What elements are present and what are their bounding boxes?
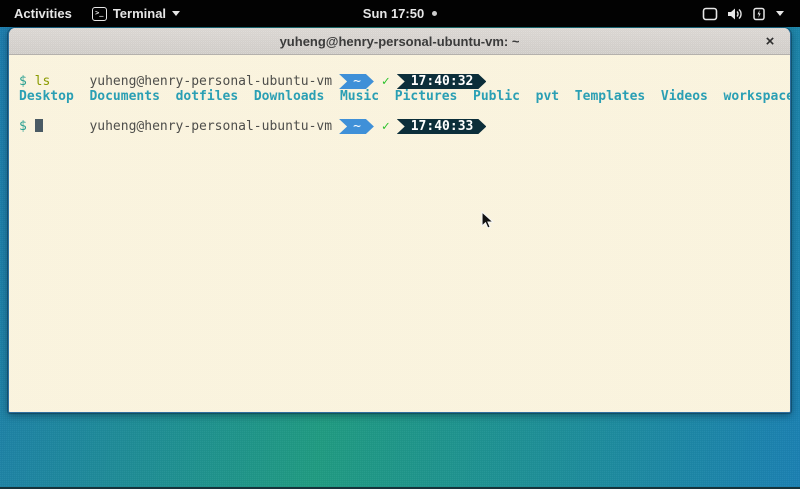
directory-entry: dotfiles: [176, 89, 239, 104]
terminal-icon: >_: [92, 7, 107, 21]
prompt-symbol: $: [19, 74, 27, 89]
prompt-line: yuheng@henry-personal-ubuntu-vm~✓17:40:3…: [19, 104, 788, 119]
directory-entry: pvt: [536, 89, 559, 104]
command-text: ls: [35, 74, 51, 89]
notification-dot-icon: [432, 11, 437, 16]
directory-entry: Downloads: [254, 89, 324, 104]
app-menu-label: Terminal: [113, 6, 166, 21]
directory-entry: Pictures: [395, 89, 458, 104]
window-titlebar[interactable]: yuheng@henry-personal-ubuntu-vm: ~ ×: [9, 28, 790, 55]
top-bar: Activities >_ Terminal Sun 17:50: [0, 0, 800, 27]
directory-entry: Videos: [661, 89, 708, 104]
chevron-down-icon: [776, 11, 784, 16]
terminal-window: yuheng@henry-personal-ubuntu-vm: ~ × yuh…: [8, 28, 791, 413]
directory-entry: Music: [340, 89, 379, 104]
directory-entry: workspace: [724, 89, 791, 104]
directory-entry: Public: [473, 89, 520, 104]
desktop-background: Activities >_ Terminal Sun 17:50: [0, 0, 800, 489]
terminal-cursor: [35, 119, 43, 132]
prompt-line: yuheng@henry-personal-ubuntu-vm~✓17:40:3…: [19, 59, 788, 74]
current-command-line: $: [19, 119, 788, 134]
ls-output-line: Desktop Documents dotfiles Downloads Mus…: [19, 89, 788, 104]
chevron-down-icon: [172, 11, 180, 16]
directory-entry: Desktop: [19, 89, 74, 104]
app-menu-button[interactable]: >_ Terminal: [82, 0, 190, 27]
directory-entry: Templates: [575, 89, 645, 104]
clock-button[interactable]: Sun 17:50: [353, 0, 447, 27]
command-line: $ ls: [19, 74, 788, 89]
directory-entry: Documents: [89, 89, 159, 104]
terminal-screen[interactable]: yuheng@henry-personal-ubuntu-vm~✓17:40:3…: [9, 55, 790, 412]
screen-icon: [702, 7, 718, 21]
volume-icon: [727, 7, 743, 21]
close-button[interactable]: ×: [758, 30, 782, 53]
prompt-symbol: $: [19, 119, 27, 134]
system-menu-button[interactable]: [692, 0, 794, 27]
activities-button[interactable]: Activities: [4, 0, 82, 27]
window-title: yuheng@henry-personal-ubuntu-vm: ~: [280, 34, 520, 49]
clock-label: Sun 17:50: [363, 6, 424, 21]
battery-charging-icon: [752, 7, 767, 21]
